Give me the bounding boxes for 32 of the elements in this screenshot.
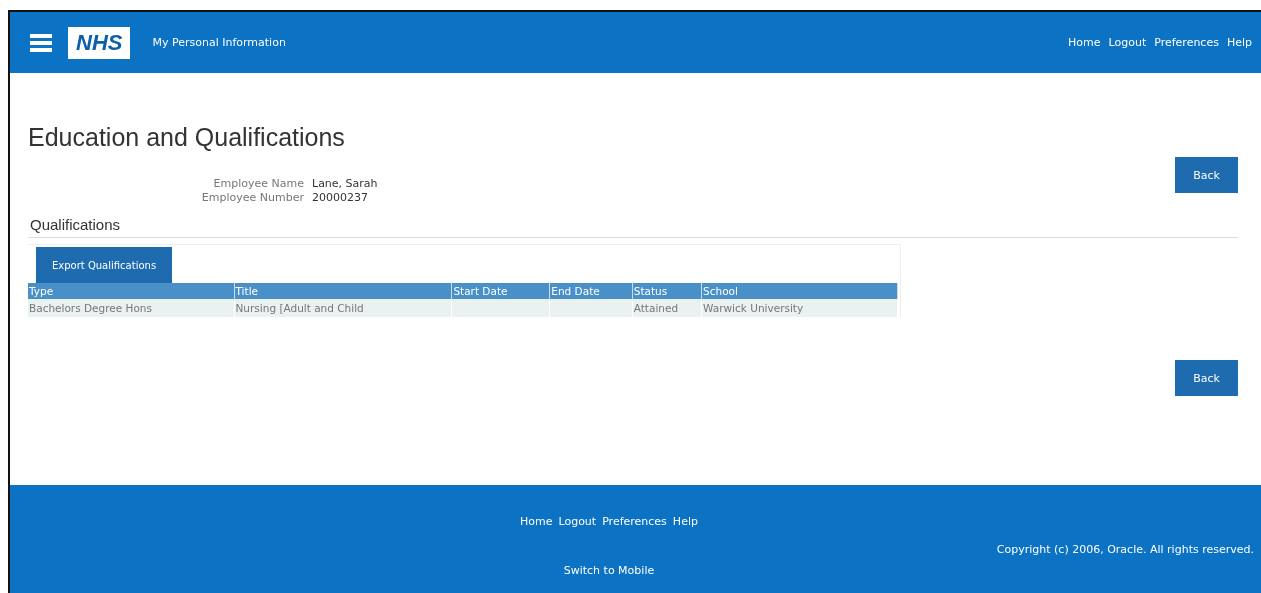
column-header: Status: [632, 283, 702, 299]
footer-link[interactable]: Help: [672, 515, 698, 528]
column-header: End Date: [549, 283, 633, 299]
column-header: Type: [28, 283, 234, 299]
export-button[interactable]: Export Qualifications: [36, 247, 173, 283]
header-link[interactable]: Home: [1068, 36, 1101, 49]
field-label: Employee Name: [212, 177, 304, 190]
column-header: Start Date: [451, 283, 550, 299]
copyright-text: Copyright (c) 2006, Oracle. All rights reserved.: [996, 543, 1254, 557]
back-button[interactable]: Back: [1175, 157, 1238, 193]
table-cell: Nursing [Adult and Child: [234, 299, 452, 317]
section-title: Qualifications: [30, 216, 122, 233]
back-button[interactable]: Back: [1175, 360, 1238, 396]
app-title: My Personal Information: [152, 36, 286, 49]
footer-link[interactable]: Logout: [558, 515, 597, 528]
header-link[interactable]: Help: [1226, 36, 1252, 49]
column-header: School: [701, 283, 898, 299]
footer-link[interactable]: Preferences: [602, 515, 667, 528]
table-cell: Warwick University: [701, 299, 898, 317]
mobile-link[interactable]: Switch to Mobile: [563, 564, 655, 577]
column-header: Title: [234, 283, 452, 299]
field-label: Employee Number: [200, 191, 304, 204]
table-cell: Attained: [632, 299, 702, 317]
field-value: Lane, Sarah: [312, 177, 378, 190]
footer-link[interactable]: Home: [520, 515, 553, 528]
logo: NHS: [68, 26, 131, 59]
page-title: Education and Qualifications: [28, 123, 345, 152]
table-cell: Bachelors Degree Hons: [28, 299, 234, 317]
menu-icon[interactable]: [30, 33, 52, 52]
header-link[interactable]: Preferences: [1154, 36, 1219, 49]
field-value: 20000237: [312, 191, 368, 204]
header-link[interactable]: Logout: [1108, 36, 1147, 49]
